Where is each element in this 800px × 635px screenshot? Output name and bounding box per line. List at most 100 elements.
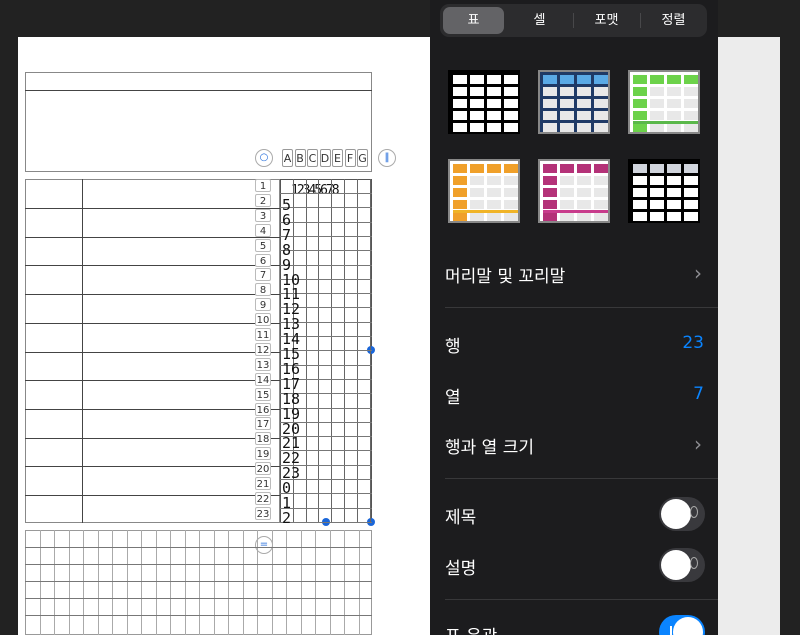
row-number[interactable]: 7 — [255, 268, 271, 282]
tab-cell[interactable]: 셀 — [508, 7, 571, 34]
title-toggle[interactable] — [659, 497, 705, 531]
style-cell — [633, 212, 647, 221]
grid-row-line — [280, 493, 372, 495]
style-cell — [684, 99, 698, 108]
table-style-orange[interactable] — [448, 159, 520, 223]
tab-format[interactable]: 포맷 — [575, 7, 638, 34]
row-number[interactable]: 10 — [255, 313, 271, 327]
lower-grid-col-line — [39, 530, 41, 635]
style-cell — [487, 212, 501, 221]
lower-grid-col-line — [155, 530, 157, 635]
row-number[interactable]: 11 — [255, 328, 271, 341]
lower-grid-col-line — [213, 530, 215, 635]
style-cell — [470, 188, 484, 197]
columns-value[interactable]: 7 — [693, 384, 704, 404]
row-number[interactable]: 4 — [255, 223, 271, 237]
column-header[interactable]: A — [282, 149, 293, 167]
style-cell — [577, 99, 591, 108]
row-number[interactable]: 1 — [255, 179, 271, 192]
column-drag-handle[interactable]: ‖ — [378, 149, 396, 167]
tab-table[interactable]: 표 — [443, 7, 504, 34]
column-header[interactable]: B — [294, 149, 306, 167]
row-number[interactable]: 19 — [255, 447, 271, 461]
lower-grid-col-line — [228, 530, 229, 635]
table-style-magenta[interactable] — [538, 159, 610, 223]
row-number[interactable]: 21 — [255, 477, 271, 490]
main-table-row-divider — [25, 236, 280, 238]
style-cell — [504, 164, 518, 173]
style-cell — [667, 212, 681, 221]
style-cell — [577, 123, 591, 132]
column-header[interactable]: F — [344, 149, 356, 167]
header-footer-label[interactable]: 머리말 및 꼬리말 — [445, 262, 565, 287]
row-number[interactable]: 17 — [255, 417, 271, 431]
style-cell — [684, 188, 698, 197]
row-number[interactable]: 22 — [255, 491, 271, 505]
lower-grid-col-line — [286, 530, 287, 635]
style-cell — [667, 164, 681, 173]
row-column-size-label[interactable]: 행과 열 크기 — [445, 433, 534, 458]
row-number[interactable]: 16 — [255, 402, 271, 416]
row-number[interactable]: 6 — [255, 253, 271, 267]
style-cell — [667, 123, 681, 132]
lower-grid-col-line — [358, 530, 360, 635]
row-number[interactable]: 18 — [255, 432, 271, 446]
column-header[interactable]: G — [357, 149, 368, 167]
style-cell — [487, 111, 501, 120]
lower-grid-col-line — [83, 530, 84, 635]
style-cell — [560, 75, 574, 84]
style-cell — [543, 99, 557, 108]
style-cell — [650, 123, 664, 132]
table-style-plain-black[interactable] — [448, 70, 520, 134]
style-cell — [453, 75, 467, 84]
table-style-green[interactable] — [628, 70, 700, 134]
divider — [445, 478, 718, 479]
lower-grid-col-line — [170, 530, 171, 635]
table-outline-toggle[interactable] — [659, 615, 705, 635]
row-number[interactable]: 13 — [255, 357, 271, 371]
row-number[interactable]: 12 — [255, 342, 271, 356]
style-cell — [577, 176, 591, 185]
style-cell — [504, 212, 518, 221]
style-cell — [543, 111, 557, 120]
row-number[interactable]: 5 — [255, 238, 271, 252]
table-style-gray[interactable] — [628, 159, 700, 223]
grid-row-line — [280, 221, 372, 223]
lower-grid-col-line — [54, 530, 55, 635]
caption-toggle[interactable] — [659, 548, 705, 582]
column-header[interactable]: E — [332, 149, 343, 167]
chevron-right-icon[interactable]: › — [694, 432, 702, 456]
row-number[interactable]: 23 — [255, 506, 271, 520]
row-number[interactable]: 15 — [255, 387, 271, 401]
row-number[interactable]: 20 — [255, 462, 271, 476]
column-header[interactable]: C — [307, 149, 318, 167]
style-cell — [470, 164, 484, 173]
row-number[interactable]: 3 — [255, 208, 271, 222]
main-table-row-divider — [25, 437, 280, 439]
row-number[interactable]: 8 — [255, 283, 271, 297]
style-cell — [633, 188, 647, 197]
style-cell — [560, 99, 574, 108]
style-cell — [504, 200, 518, 209]
row-number[interactable]: 9 — [255, 298, 271, 312]
row-number[interactable]: 14 — [255, 372, 271, 386]
select-table-handle[interactable]: ○ — [255, 149, 273, 167]
tab-arrange[interactable]: 정렬 — [642, 7, 705, 34]
row-number[interactable]: 2 — [255, 193, 271, 207]
divider — [445, 599, 718, 600]
style-cell — [667, 200, 681, 209]
grid-row-line — [280, 521, 372, 523]
style-cell — [650, 176, 664, 185]
table-style-blue[interactable] — [538, 70, 610, 134]
rows-value[interactable]: 23 — [682, 333, 704, 353]
column-header[interactable]: D — [319, 149, 331, 167]
style-cell — [470, 87, 484, 96]
chevron-right-icon[interactable]: › — [694, 261, 702, 285]
style-cell — [470, 200, 484, 209]
lower-grid-col-line — [126, 530, 128, 635]
grid-row-line — [280, 507, 372, 509]
style-cell — [650, 111, 664, 120]
style-cell — [667, 75, 681, 84]
style-cell — [594, 123, 608, 132]
main-table-row-divider — [25, 265, 280, 267]
